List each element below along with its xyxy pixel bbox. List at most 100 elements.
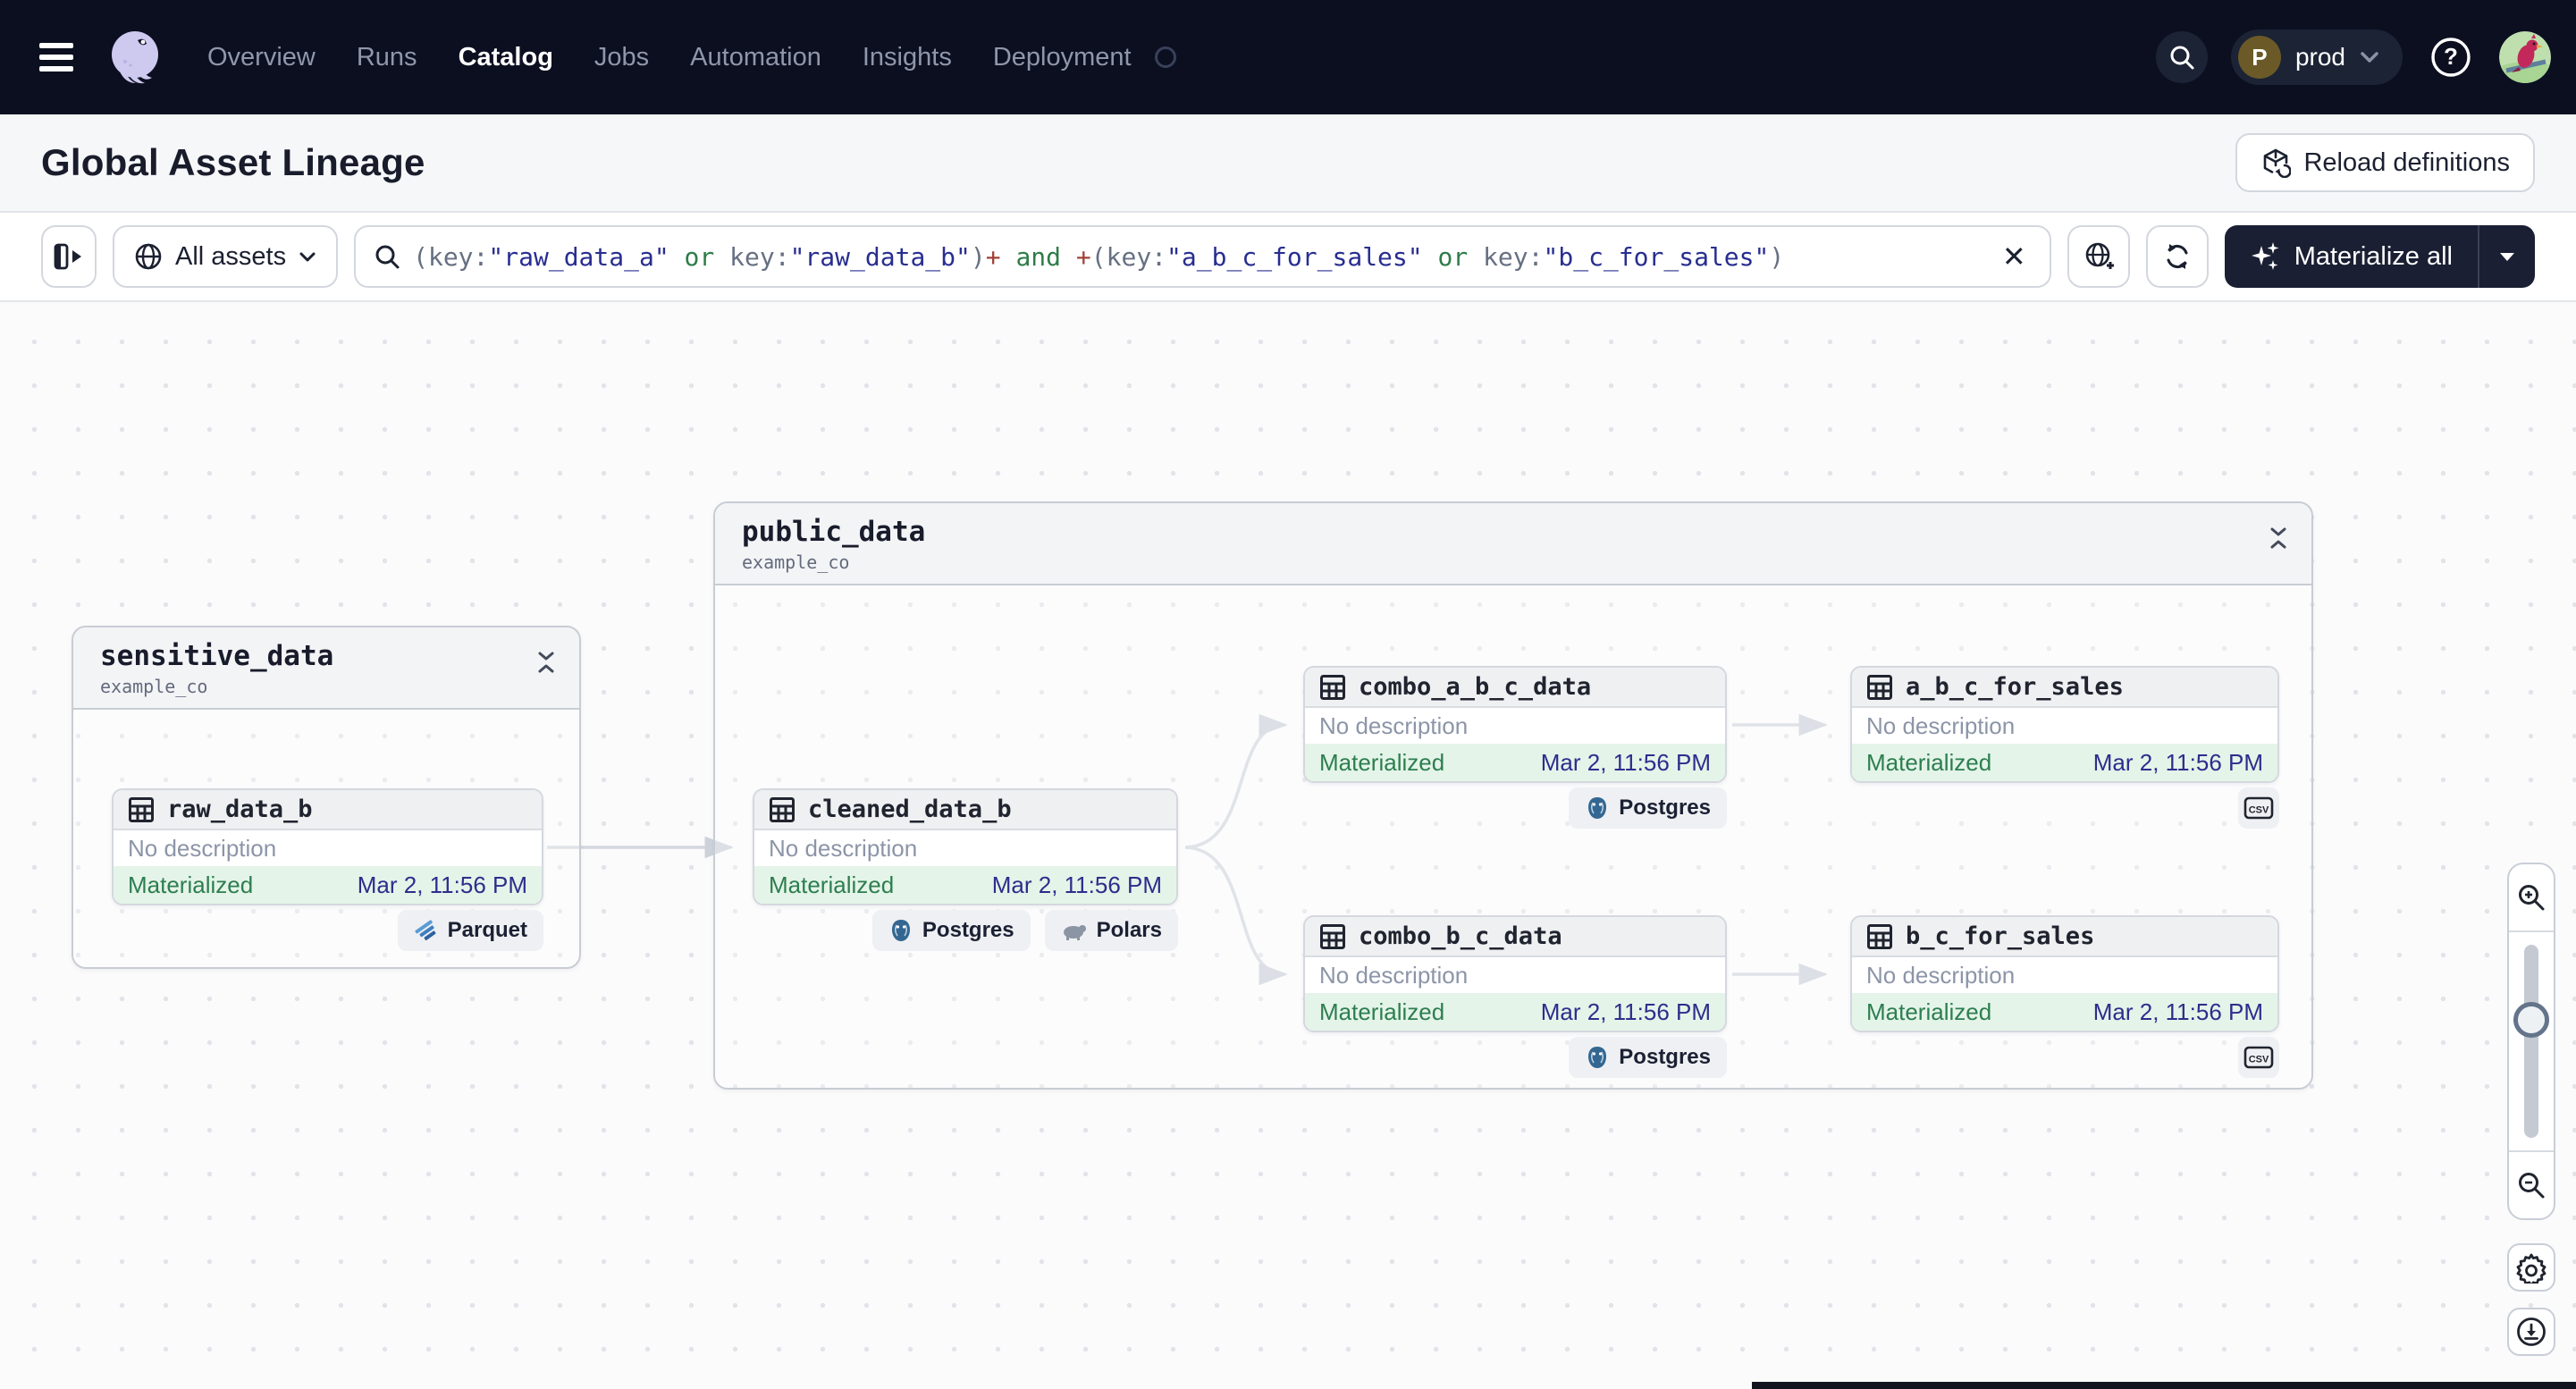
global-search-button[interactable] — [2155, 31, 2208, 83]
table-asset-icon — [770, 796, 795, 822]
asset-scope-dropdown[interactable]: All assets — [113, 225, 339, 288]
asset-node-b-c-for-sales[interactable]: b_c_for_sales No description Materialize… — [1850, 915, 2279, 1032]
group-title: sensitive_data — [100, 640, 334, 672]
nav-item-insights[interactable]: Insights — [863, 43, 952, 72]
asset-description: No description — [769, 834, 918, 862]
nav-item-deployment[interactable]: Deployment — [993, 43, 1132, 72]
chevron-down-icon — [299, 252, 316, 261]
materialized-status: Materialized — [1866, 748, 1992, 776]
asset-search-input[interactable]: (key:"raw_data_a" or key:"raw_data_b")+ … — [354, 225, 2051, 288]
bottom-panel-edge — [1752, 1382, 2576, 1389]
asset-search-query[interactable]: (key:"raw_data_a" or key:"raw_data_b")+ … — [413, 242, 1984, 272]
search-icon — [375, 245, 400, 269]
kind-badge-csv[interactable]: CSV — [2238, 787, 2279, 829]
page-header: Global Asset Lineage Reload definitions — [0, 114, 2576, 213]
asset-node-combo-b-c-data[interactable]: combo_b_c_data No description Materializ… — [1303, 915, 1727, 1032]
download-icon — [2517, 1317, 2546, 1346]
materialized-timestamp: Mar 2, 11:56 PM — [357, 871, 527, 898]
asset-description: No description — [1319, 711, 1469, 739]
user-avatar[interactable] — [2499, 31, 2551, 83]
kind-badge-parquet[interactable]: Parquet — [397, 910, 543, 951]
table-asset-icon — [1320, 674, 1345, 700]
clear-search-button[interactable]: ✕ — [1997, 240, 2032, 274]
zoom-slider-handle[interactable] — [2513, 1002, 2549, 1038]
loading-spinner-icon — [1154, 46, 1176, 68]
chevron-down-icon — [2361, 52, 2378, 63]
kind-badge-csv[interactable]: CSV — [2238, 1037, 2279, 1078]
gear-icon — [2516, 1253, 2547, 1284]
materialized-status: Materialized — [128, 871, 254, 898]
sparkles-icon — [2251, 242, 2279, 270]
nav-item-overview[interactable]: Overview — [207, 43, 316, 72]
chevron-down-icon — [2500, 253, 2514, 261]
zoom-out-button[interactable] — [2509, 1152, 2554, 1218]
reload-definitions-label: Reload definitions — [2303, 147, 2510, 177]
kind-badge-postgres[interactable]: Postgres — [1569, 787, 1727, 829]
globe-plus-icon — [2085, 242, 2114, 269]
asset-node-raw-data-b[interactable]: raw_data_b No description Materialized M… — [112, 788, 543, 905]
kind-badge-postgres[interactable]: Postgres — [871, 910, 1031, 951]
kind-badge-postgres[interactable]: Postgres — [1569, 1037, 1727, 1078]
kind-badge-polars[interactable]: Polars — [1044, 910, 1178, 951]
asset-name: combo_a_b_c_data — [1359, 673, 1592, 701]
asset-description: No description — [1866, 961, 2016, 989]
asset-name: b_c_for_sales — [1906, 922, 2095, 950]
open-sidebar-button[interactable] — [41, 225, 97, 288]
page-title: Global Asset Lineage — [41, 141, 425, 183]
nav-item-catalog[interactable]: Catalog — [459, 43, 553, 72]
refresh-icon — [2167, 244, 2188, 269]
materialize-all-button[interactable]: Materialize all — [2224, 225, 2535, 288]
primary-nav: Overview Runs Catalog Jobs Automation In… — [207, 43, 1176, 72]
table-asset-icon — [1320, 923, 1345, 949]
collapse-group-icon[interactable] — [536, 651, 556, 674]
zoom-in-button[interactable] — [2509, 864, 2554, 930]
search-icon — [2170, 46, 2194, 70]
nav-item-runs[interactable]: Runs — [357, 43, 417, 72]
materialized-timestamp: Mar 2, 11:56 PM — [991, 871, 1162, 898]
materialized-status: Materialized — [1866, 998, 1992, 1025]
refresh-graph-button[interactable] — [2145, 225, 2209, 288]
top-navbar: Overview Runs Catalog Jobs Automation In… — [0, 0, 2576, 114]
zoom-out-icon — [2519, 1173, 2545, 1199]
reload-definitions-icon — [2264, 148, 2292, 178]
globe-icon — [135, 243, 162, 270]
asset-name: cleaned_data_b — [808, 796, 1012, 823]
reload-definitions-button[interactable]: Reload definitions — [2235, 133, 2535, 192]
zoom-controls — [2507, 863, 2555, 1220]
asset-node-combo-a-b-c-data[interactable]: combo_a_b_c_data No description Material… — [1303, 666, 1727, 783]
table-asset-icon — [129, 796, 154, 822]
help-button[interactable]: ? — [2426, 32, 2476, 82]
asset-scope-label: All assets — [175, 241, 287, 271]
zoom-slider-track[interactable] — [2524, 945, 2538, 1138]
zoom-in-icon — [2519, 885, 2545, 911]
asset-node-a-b-c-for-sales[interactable]: a_b_c_for_sales No description Materiali… — [1850, 666, 2279, 783]
dagster-logo-icon[interactable] — [105, 28, 164, 87]
nav-item-automation[interactable]: Automation — [690, 43, 821, 72]
question-icon: ? — [2431, 38, 2471, 77]
materialized-timestamp: Mar 2, 11:56 PM — [1540, 998, 1711, 1025]
csv-icon: CSV — [2243, 796, 2274, 820]
environment-switcher[interactable]: P prod — [2230, 29, 2403, 85]
csv-icon: CSV — [2243, 1046, 2274, 1069]
asset-name: raw_data_b — [167, 796, 313, 823]
graph-settings-button[interactable] — [2507, 1243, 2555, 1292]
materialized-status: Materialized — [1319, 748, 1445, 776]
collapse-group-icon[interactable] — [2269, 526, 2288, 550]
group-subtitle: example_co — [742, 551, 850, 573]
asset-description: No description — [128, 834, 277, 862]
materialized-status: Materialized — [1319, 998, 1445, 1025]
postgres-icon — [1588, 1047, 1607, 1068]
table-asset-icon — [1867, 923, 1892, 949]
nav-item-jobs[interactable]: Jobs — [594, 43, 649, 72]
lineage-canvas[interactable]: sensitive_data example_co public_data ex… — [0, 302, 2576, 1389]
environment-avatar: P — [2237, 36, 2281, 79]
materialized-timestamp: Mar 2, 11:56 PM — [1540, 748, 1711, 776]
filter-scope-button[interactable] — [2067, 225, 2130, 288]
menu-icon[interactable] — [39, 38, 79, 77]
materialize-options-button[interactable] — [2478, 225, 2535, 288]
asset-node-cleaned-data-b[interactable]: cleaned_data_b No description Materializ… — [753, 788, 1178, 905]
svg-text:?: ? — [2444, 43, 2458, 70]
panel-open-icon — [54, 243, 81, 270]
download-graph-button[interactable] — [2507, 1308, 2555, 1356]
environment-label: prod — [2294, 43, 2345, 71]
